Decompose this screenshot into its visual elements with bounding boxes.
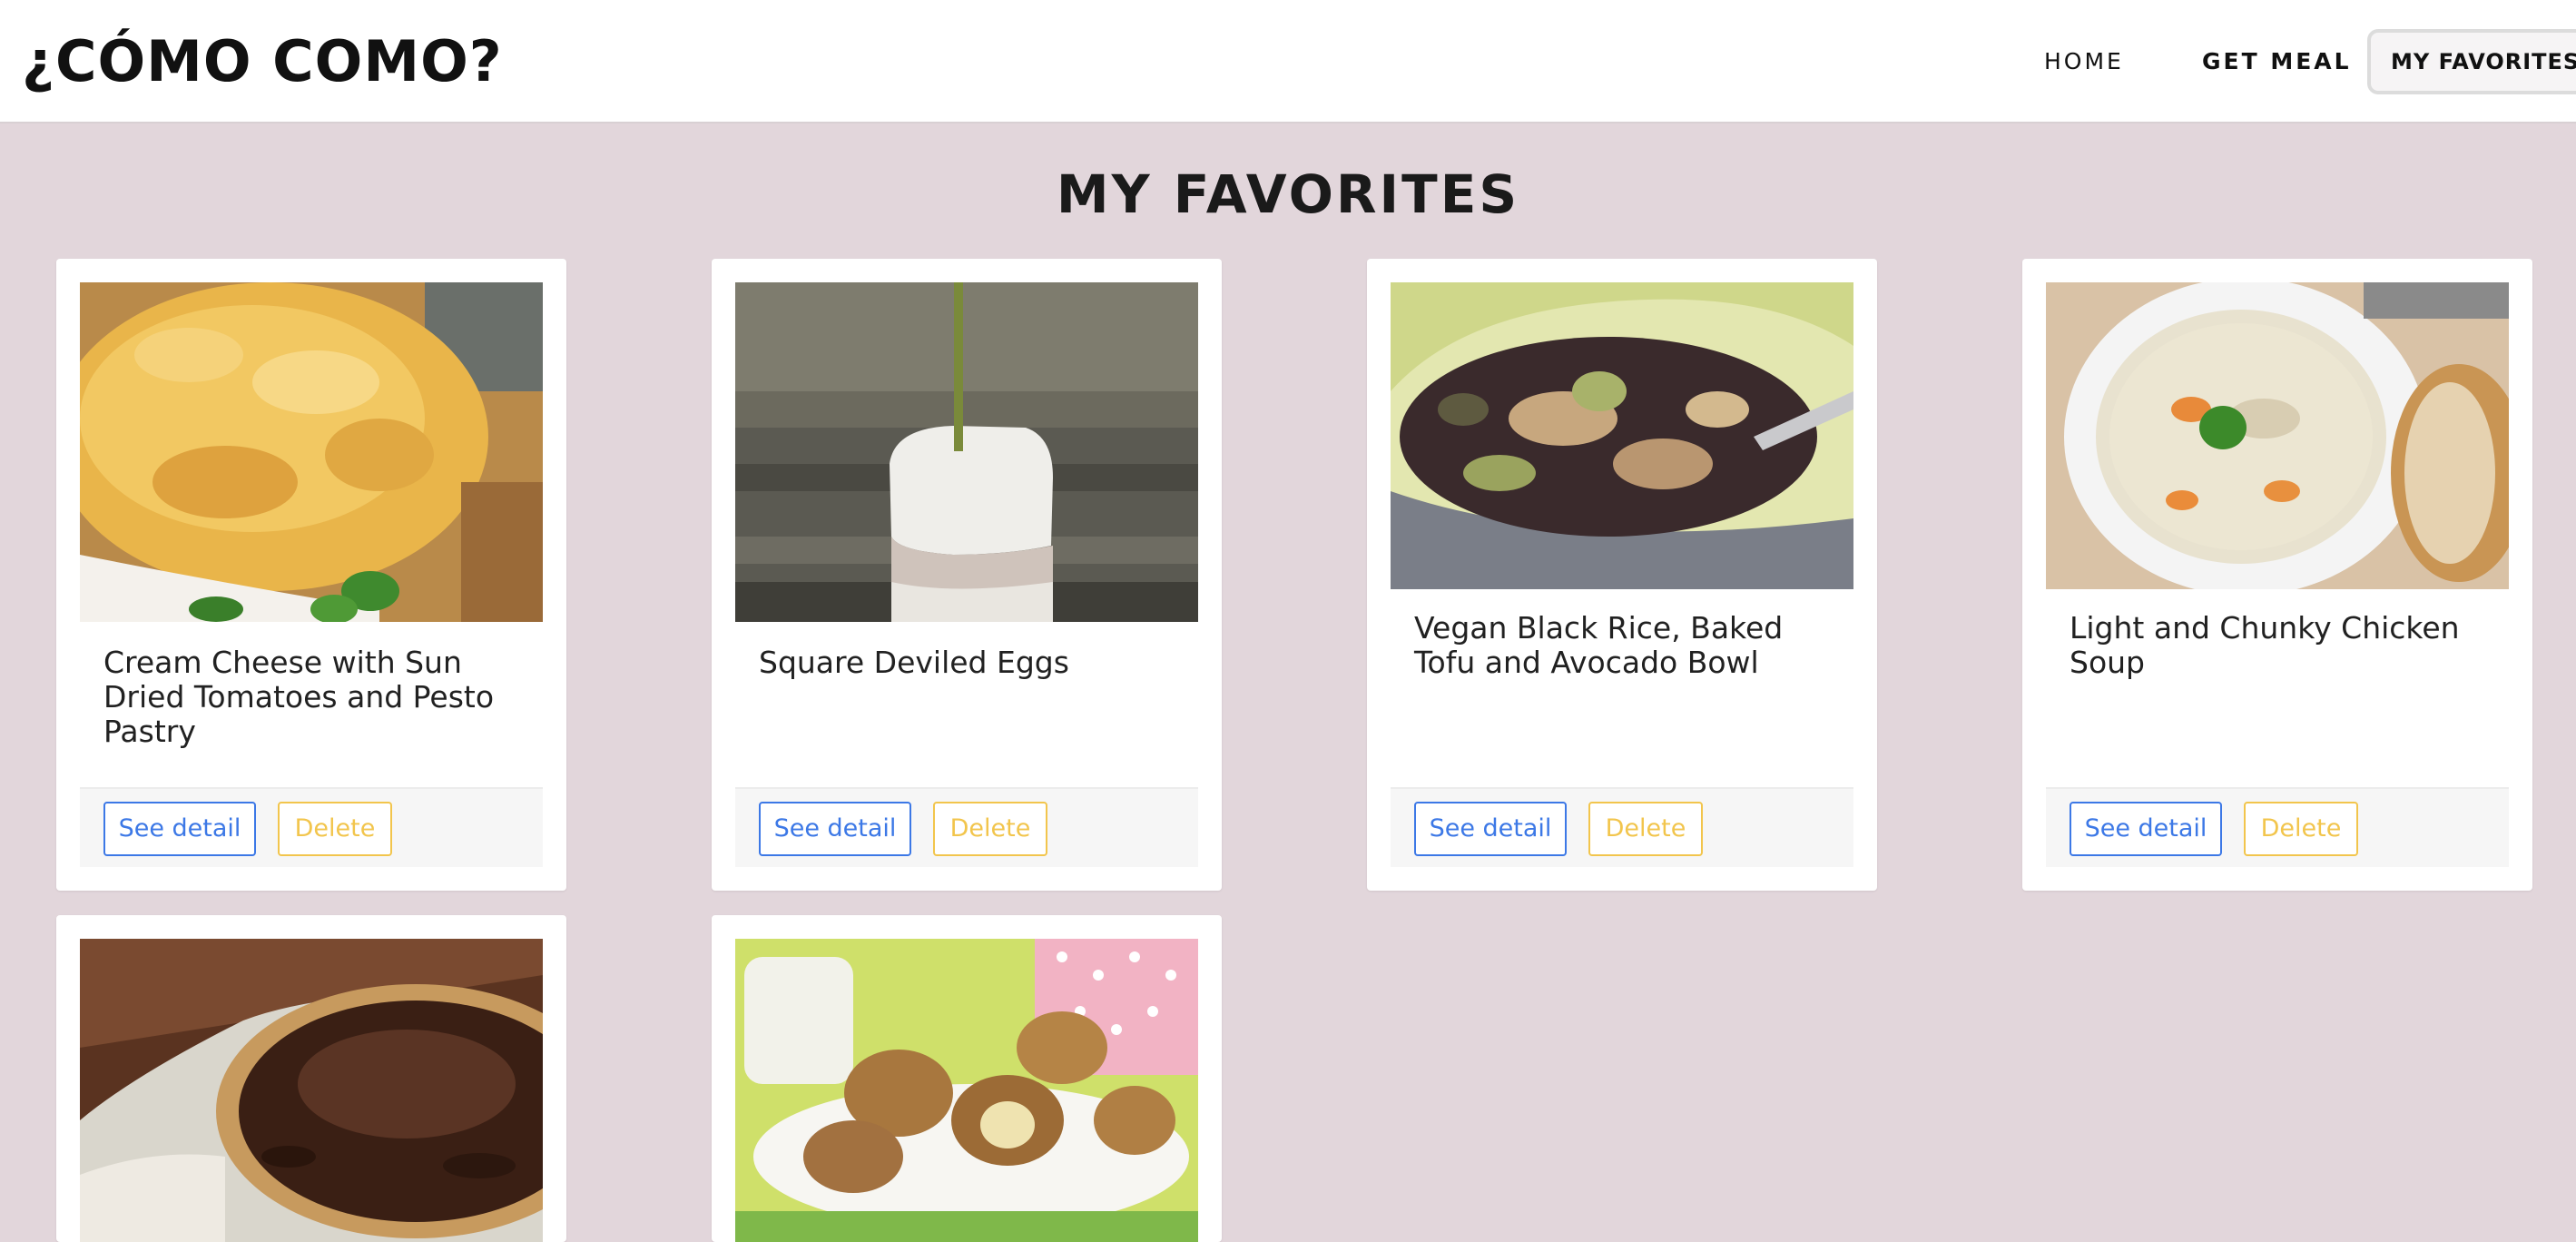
nav-get-meal-link[interactable]: GET MEAL — [2202, 42, 2352, 82]
navbar: ¿CÓMO COMO? HOME GET MEAL MY FAVORITES — [0, 0, 2576, 123]
card-footer: See detail Delete — [80, 787, 543, 867]
recipe-image[interactable] — [735, 939, 1198, 1242]
nav-my-favorites-link[interactable]: MY FAVORITES — [2367, 29, 2576, 94]
see-detail-button[interactable]: See detail — [759, 802, 911, 856]
recipe-image[interactable] — [2046, 282, 2509, 589]
see-detail-button[interactable]: See detail — [2070, 802, 2222, 856]
delete-button[interactable]: Delete — [933, 802, 1047, 856]
recipe-image[interactable] — [1391, 282, 1853, 589]
see-detail-button[interactable]: See detail — [103, 802, 256, 856]
recipe-title: Cream Cheese with Sun Dried Tomatoes and… — [103, 645, 495, 749]
recipe-title: Square Deviled Eggs — [759, 645, 1069, 680]
favorite-card — [712, 915, 1222, 1242]
favorite-card: Square Deviled Eggs See detail Delete — [712, 259, 1222, 891]
nav-my-favorites-label: MY FAVORITES — [2391, 49, 2576, 74]
see-detail-button[interactable]: See detail — [1414, 802, 1567, 856]
favorite-card: Vegan Black Rice, Baked Tofu and Avocado… — [1367, 259, 1877, 891]
brand-logo[interactable]: ¿CÓMO COMO? — [22, 27, 503, 96]
nav-home-link[interactable]: HOME — [2044, 42, 2124, 82]
delete-button[interactable]: Delete — [2244, 802, 2358, 856]
recipe-title: Vegan Black Rice, Baked Tofu and Avocado… — [1414, 610, 1784, 680]
favorite-card: Light and Chunky Chicken Soup See detail… — [2022, 259, 2532, 891]
delete-button[interactable]: Delete — [278, 802, 392, 856]
favorite-card: Cream Cheese with Sun Dried Tomatoes and… — [56, 259, 566, 891]
delete-button[interactable]: Delete — [1588, 802, 1703, 856]
card-footer: See detail Delete — [735, 787, 1198, 867]
recipe-image[interactable] — [80, 282, 543, 622]
favorite-card — [56, 915, 566, 1242]
card-footer: See detail Delete — [1391, 787, 1853, 867]
card-footer: See detail Delete — [2046, 787, 2509, 867]
recipe-title: Light and Chunky Chicken Soup — [2070, 610, 2460, 680]
recipe-image[interactable] — [735, 282, 1198, 622]
recipe-image[interactable] — [80, 939, 543, 1242]
page-title: MY FAVORITES — [1056, 163, 1520, 225]
